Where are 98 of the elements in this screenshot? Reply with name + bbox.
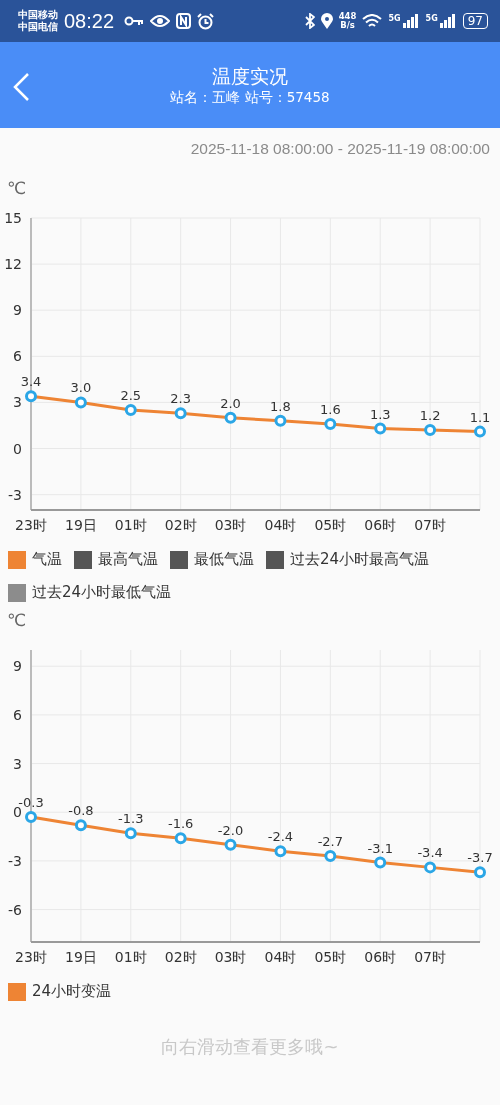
back-icon[interactable] [12, 72, 30, 102]
data-point [25, 390, 37, 403]
data-point [174, 832, 187, 845]
data-label: 3.4 [20, 374, 42, 390]
nfc-icon [176, 13, 192, 29]
x-axis-label: 02时 [164, 517, 197, 533]
data-point [25, 811, 37, 824]
unit-label: ℃ [7, 610, 27, 630]
network-speed: 448 B/s [338, 12, 357, 30]
data-label: 1.3 [369, 406, 391, 422]
data-label: -2.7 [317, 834, 343, 849]
x-axis-label: 07时 [414, 517, 447, 533]
legend-label: 过去24小时最低气温 [32, 583, 172, 602]
data-point [474, 866, 486, 879]
legend-label: 24小时变温 [32, 982, 112, 1001]
data-point [474, 425, 486, 438]
y-axis-label: 6 [13, 706, 22, 723]
location-icon [320, 13, 333, 29]
y-axis-label: -3 [8, 852, 22, 869]
data-point [124, 404, 137, 417]
y-axis-label: 15 [4, 210, 22, 226]
y-axis-label: 0 [13, 440, 22, 457]
data-point [324, 417, 337, 430]
eye-icon [150, 14, 171, 28]
unit-label: ℃ [7, 178, 27, 198]
data-label: 1.6 [320, 401, 341, 417]
data-label: 1.1 [469, 409, 491, 425]
data-point [124, 827, 137, 840]
x-axis-label: 05时 [314, 517, 347, 533]
data-label: -3.4 [417, 845, 443, 861]
y-axis-label: 3 [13, 394, 22, 411]
network-type: 5G [388, 14, 401, 23]
x-axis-label: 03时 [214, 949, 247, 965]
clock-time: 08:22 [64, 9, 115, 33]
legend-label: 过去24小时最高气温 [290, 550, 430, 569]
carrier-name: 中国移动 [18, 9, 58, 21]
data-label: 1.2 [419, 408, 441, 424]
x-axis-label: 03时 [214, 517, 247, 533]
data-label: -1.3 [118, 811, 144, 827]
data-label: 2.0 [220, 395, 241, 411]
x-axis-label: 06时 [364, 517, 397, 533]
data-point [374, 856, 387, 869]
signal-icon [438, 14, 457, 28]
x-axis-label: 19日 [64, 517, 97, 533]
x-axis-label: 01时 [114, 949, 147, 965]
data-label: 2.3 [170, 391, 191, 407]
legend-label: 最高气温 [98, 550, 158, 569]
data-label: 2.5 [120, 388, 142, 404]
y-axis-label: -6 [8, 901, 22, 918]
data-point [224, 838, 237, 851]
y-axis-label: 0 [13, 804, 22, 821]
data-point [74, 819, 87, 832]
data-point [324, 850, 337, 862]
bluetooth-icon [304, 13, 315, 29]
data-label: -2.4 [267, 829, 294, 845]
date-range: 2025-11-18 08:00:00 - 2025-11-19 08:00:00 [189, 139, 491, 158]
data-point [274, 414, 287, 427]
data-point [274, 845, 287, 858]
y-axis-label: 9 [13, 658, 22, 675]
legend-label: 气温 [32, 550, 62, 569]
data-point [424, 424, 437, 437]
x-axis-label: 01时 [114, 517, 147, 533]
data-label: -3.1 [367, 840, 393, 856]
carrier-name: 中国电信 [18, 21, 58, 33]
network-type: 5G [425, 14, 438, 23]
station-info: 站名：五峰 站号：57458 [170, 89, 330, 107]
signal-icon [401, 14, 420, 28]
x-axis-label: 23时 [15, 517, 47, 533]
x-axis-label: 05时 [314, 949, 347, 965]
y-axis-label: 9 [13, 302, 22, 319]
alarm-icon [197, 12, 215, 30]
x-axis-label: 04时 [264, 517, 297, 533]
data-label: -1.6 [168, 816, 194, 832]
y-axis-label: -3 [8, 486, 22, 503]
data-label: -3.7 [467, 850, 493, 866]
data-point [174, 407, 187, 420]
key-icon [124, 16, 145, 26]
data-label: -0.8 [68, 803, 94, 819]
y-axis-label: 12 [4, 256, 22, 273]
wifi-icon [362, 13, 383, 29]
data-label: -2.0 [217, 822, 244, 838]
y-axis-label: 6 [13, 348, 22, 365]
x-axis-label: 19日 [64, 949, 97, 965]
x-axis-label: 07时 [414, 949, 447, 965]
y-axis-label: 3 [13, 755, 22, 772]
data-point [74, 396, 87, 409]
data-point [224, 411, 237, 424]
page-title: 温度实况 [212, 64, 288, 89]
legend-label: 最低气温 [194, 550, 254, 569]
data-point [374, 422, 387, 435]
x-axis-label: 23时 [15, 949, 47, 965]
x-axis-label: 06时 [364, 949, 397, 965]
data-label: 1.8 [270, 398, 291, 414]
x-axis-label: 02时 [164, 949, 197, 965]
data-label: 3.0 [70, 380, 92, 396]
x-axis-label: 04时 [264, 949, 297, 965]
battery-level: 97 [462, 13, 488, 29]
data-point [424, 861, 437, 874]
